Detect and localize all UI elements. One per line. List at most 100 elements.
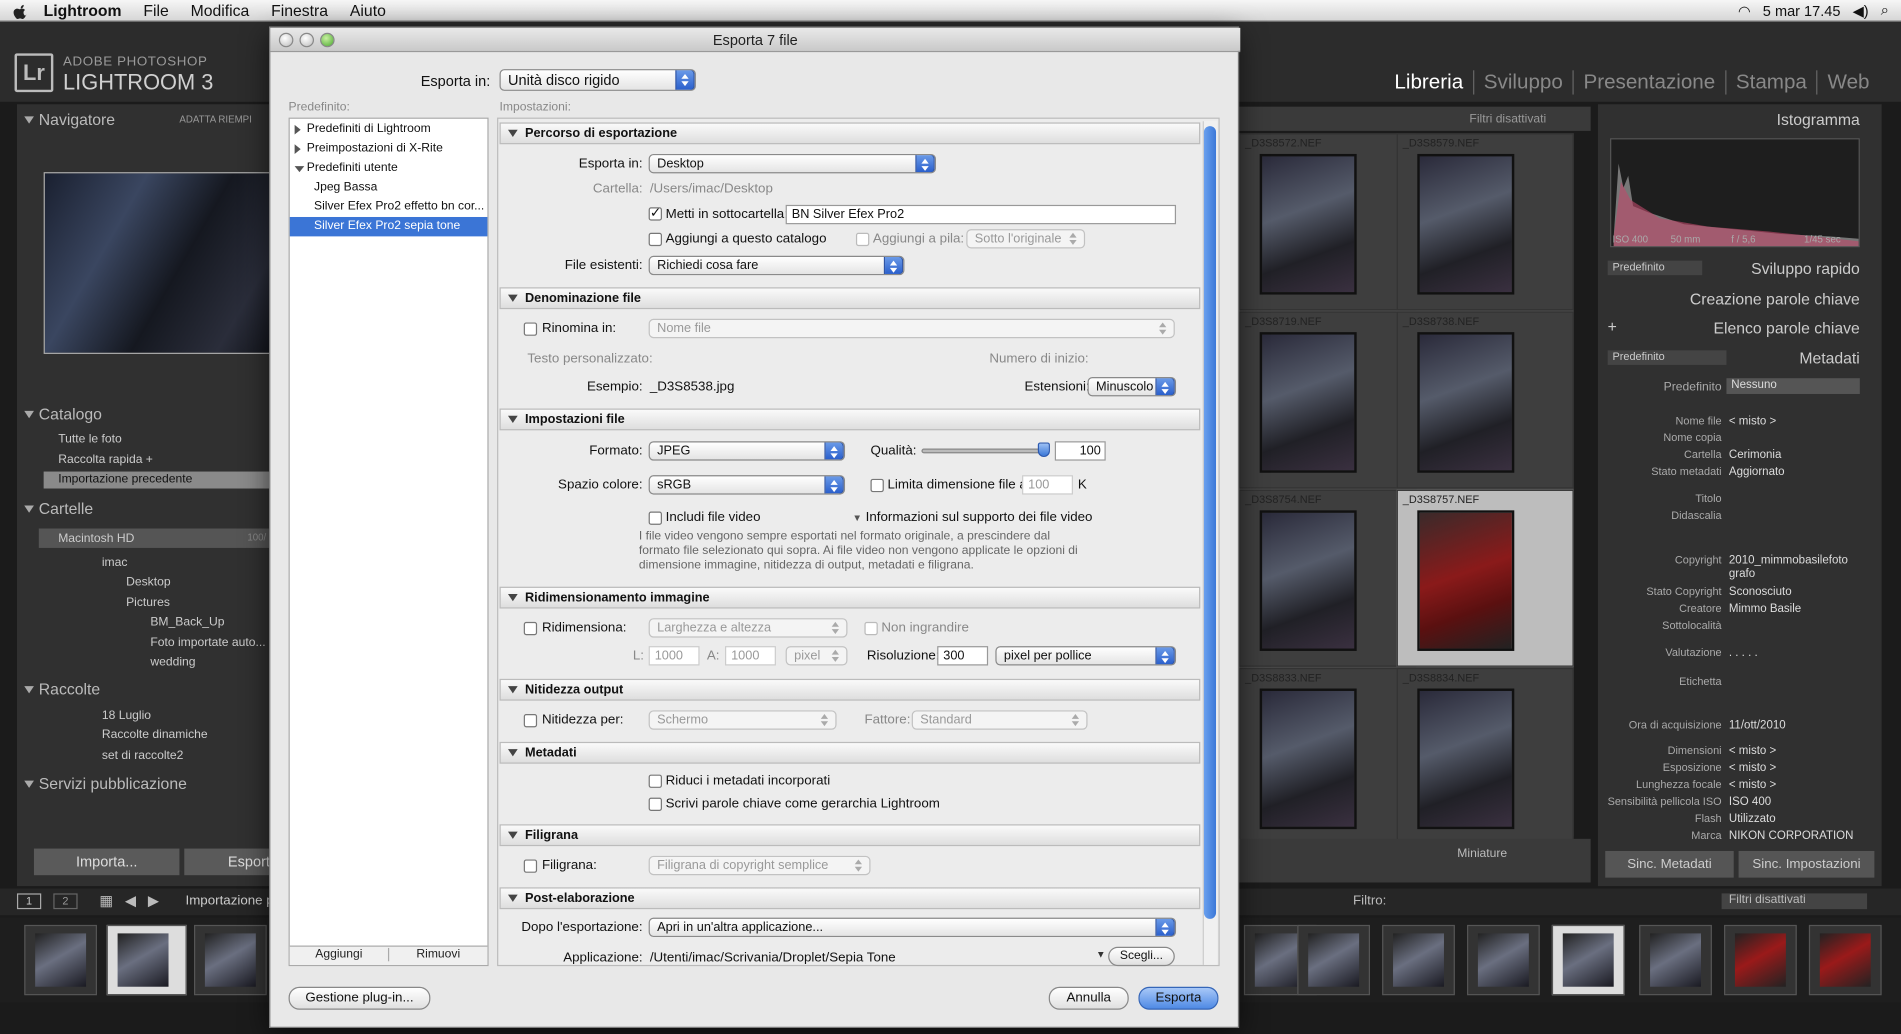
- quality-slider-thumb[interactable]: [1037, 442, 1050, 457]
- keyword-list-header[interactable]: Elenco parole chiave: [1713, 319, 1859, 337]
- section-file-settings[interactable]: Impostazioni file: [499, 408, 1201, 431]
- clock[interactable]: 5 mar 17.45: [1763, 2, 1841, 19]
- filmstrip-source[interactable]: Importazione p: [185, 893, 273, 908]
- plugin-manager-button[interactable]: Gestione plug-in...: [288, 986, 431, 1010]
- metadata-field-value[interactable]: Aggiornato: [1729, 465, 1785, 478]
- catalog-quick-collection[interactable]: Raccolta rapida +: [58, 453, 153, 466]
- quality-slider-track[interactable]: [921, 448, 1048, 454]
- module-slideshow[interactable]: Presentazione: [1572, 70, 1725, 95]
- keyword-hierarchy-checkbox[interactable]: [648, 797, 662, 811]
- metadata-field-value[interactable]: 11/ott/2010: [1729, 719, 1786, 732]
- publish-header[interactable]: Servizi pubblicazione: [17, 771, 269, 798]
- catalog-previous-import[interactable]: Importazione precedente: [58, 473, 192, 486]
- subfolder-checkbox[interactable]: [648, 205, 662, 221]
- section-output-sharpening[interactable]: Nitidezza output: [499, 678, 1201, 701]
- size-unit-select[interactable]: pixel: [785, 646, 848, 666]
- filmstrip-thumb[interactable]: [1724, 924, 1797, 996]
- close-button[interactable]: [278, 32, 294, 48]
- sync-settings-button[interactable]: Sinc. Impostazioni: [1738, 850, 1875, 878]
- import-button[interactable]: Importa...: [33, 848, 180, 876]
- export-in-select[interactable]: Desktop: [648, 153, 936, 174]
- quick-develop-preset[interactable]: Predefinito: [1607, 260, 1703, 276]
- format-select[interactable]: JPEG: [648, 441, 846, 461]
- collection-set[interactable]: set di raccolte2: [102, 749, 184, 762]
- keyword-creation-header[interactable]: Creazione parole chiave: [1690, 290, 1860, 308]
- extensions-select[interactable]: Minuscolo: [1087, 376, 1177, 397]
- sharpen-for-select[interactable]: Schermo: [648, 710, 837, 730]
- section-export-location[interactable]: Percorso di esportazione: [499, 122, 1201, 145]
- add-stack-checkbox[interactable]: [855, 232, 870, 247]
- disk-name[interactable]: Macintosh HD: [58, 532, 134, 545]
- menu-window[interactable]: Finestra: [271, 1, 328, 19]
- menu-app[interactable]: Lightroom: [44, 1, 122, 19]
- collection-smart[interactable]: Raccolte dinamiche: [102, 729, 208, 742]
- grid-view-icon[interactable]: ▦: [99, 892, 113, 909]
- quality-input[interactable]: 100: [1054, 441, 1106, 461]
- catalog-header[interactable]: Catalogo: [17, 401, 269, 428]
- include-video-checkbox[interactable]: [648, 511, 662, 525]
- metadata-header[interactable]: Metadati: [1799, 349, 1859, 367]
- meta-preset-value[interactable]: Nessuno: [1726, 378, 1860, 394]
- zoom-button[interactable]: [320, 32, 335, 48]
- metadata-field-value[interactable]: < misto >: [1729, 761, 1776, 774]
- resize-checkbox[interactable]: [523, 621, 538, 636]
- catalog-all-photos[interactable]: Tutte le foto: [58, 433, 122, 446]
- metadata-field-value[interactable]: Cerimonia: [1729, 449, 1781, 462]
- preset-folder-lightroom[interactable]: Predefiniti di Lightroom: [290, 120, 488, 139]
- grid-cell[interactable]: _D3S8754.NEF: [1239, 489, 1417, 667]
- preset-folder-xrite[interactable]: Preimpostazioni di X-Rite: [290, 139, 488, 158]
- menu-help[interactable]: Aiuto: [350, 1, 386, 19]
- filmstrip-thumb[interactable]: [1382, 924, 1455, 996]
- no-enlarge-checkbox[interactable]: [864, 621, 878, 636]
- limit-size-input[interactable]: 100: [1022, 475, 1073, 495]
- filmstrip-thumb[interactable]: [1808, 924, 1882, 996]
- limit-size-checkbox[interactable]: [870, 478, 884, 493]
- metadata-field-value[interactable]: 2010_mimmobasilefoto grafo: [1729, 554, 1855, 581]
- export-to-select[interactable]: Unità disco rigido: [499, 69, 696, 91]
- grid-cell-selected[interactable]: _D3S8757.NEF: [1396, 489, 1574, 667]
- filmstrip-thumb[interactable]: [1467, 924, 1540, 996]
- folder-imac[interactable]: imac: [102, 556, 128, 569]
- cancel-button[interactable]: Annulla: [1048, 986, 1129, 1010]
- module-library[interactable]: Libreria: [1385, 70, 1473, 94]
- export-button[interactable]: Esporta...: [184, 848, 290, 876]
- filmstrip-thumb[interactable]: [106, 924, 187, 996]
- filter-preset-selector[interactable]: Filtri disattivati: [1721, 893, 1868, 910]
- stack-position-select[interactable]: Sotto l'originale: [966, 229, 1086, 249]
- metadata-field-value[interactable]: < misto >: [1729, 778, 1776, 791]
- filmstrip-thumb[interactable]: [24, 924, 97, 996]
- subfolder-input[interactable]: BN Silver Efex Pro2: [785, 204, 1177, 225]
- window-2-button[interactable]: 2: [53, 893, 78, 910]
- watermark-checkbox[interactable]: [523, 859, 538, 873]
- apple-icon[interactable]: [12, 2, 29, 19]
- grid-cell[interactable]: _D3S8834.NEF: [1396, 667, 1574, 845]
- menu-edit[interactable]: Modifica: [191, 1, 250, 19]
- minimize-button[interactable]: [299, 32, 315, 48]
- section-watermark[interactable]: Filigrana: [499, 824, 1201, 847]
- collections-header[interactable]: Raccolte: [17, 676, 269, 703]
- wifi-icon[interactable]: ◠: [1738, 2, 1751, 19]
- preset-item[interactable]: Silver Efex Pro2 effetto bn cor...: [290, 198, 488, 217]
- add-keyword-icon[interactable]: +: [1608, 318, 1617, 336]
- navigator-options[interactable]: ADATTA RIEMPI: [179, 114, 251, 125]
- resolution-unit-select[interactable]: pixel per pollice: [995, 646, 1177, 666]
- module-web[interactable]: Web: [1816, 70, 1880, 95]
- grid-cell[interactable]: _D3S8719.NEF: [1239, 311, 1417, 489]
- minimize-metadata-checkbox[interactable]: [648, 774, 662, 788]
- grid-cell[interactable]: _D3S8833.NEF: [1239, 667, 1417, 845]
- after-export-select[interactable]: Apri in un'altra applicazione...: [648, 917, 1177, 938]
- forward-arrow-icon[interactable]: ▶: [148, 892, 159, 909]
- add-preset-button[interactable]: Aggiungi: [290, 947, 390, 962]
- sync-metadata-button[interactable]: Sinc. Metadati: [1605, 850, 1734, 878]
- histogram-header[interactable]: Istogramma: [1777, 110, 1860, 128]
- grid-cell[interactable]: _D3S8572.NEF: [1239, 133, 1417, 311]
- metadata-field-value[interactable]: . . . . .: [1729, 646, 1758, 659]
- module-print[interactable]: Stampa: [1724, 70, 1817, 95]
- rename-checkbox[interactable]: [523, 322, 538, 336]
- filmstrip-thumb[interactable]: [1551, 924, 1625, 996]
- volume-icon[interactable]: ◀): [1853, 2, 1869, 19]
- video-info-disclosure[interactable]: ▼ Informazioni sul supporto dei file vid…: [852, 510, 1092, 525]
- metadata-field-value[interactable]: < misto >: [1729, 744, 1776, 757]
- section-file-naming[interactable]: Denominazione file: [499, 287, 1201, 310]
- module-develop[interactable]: Sviluppo: [1472, 70, 1573, 95]
